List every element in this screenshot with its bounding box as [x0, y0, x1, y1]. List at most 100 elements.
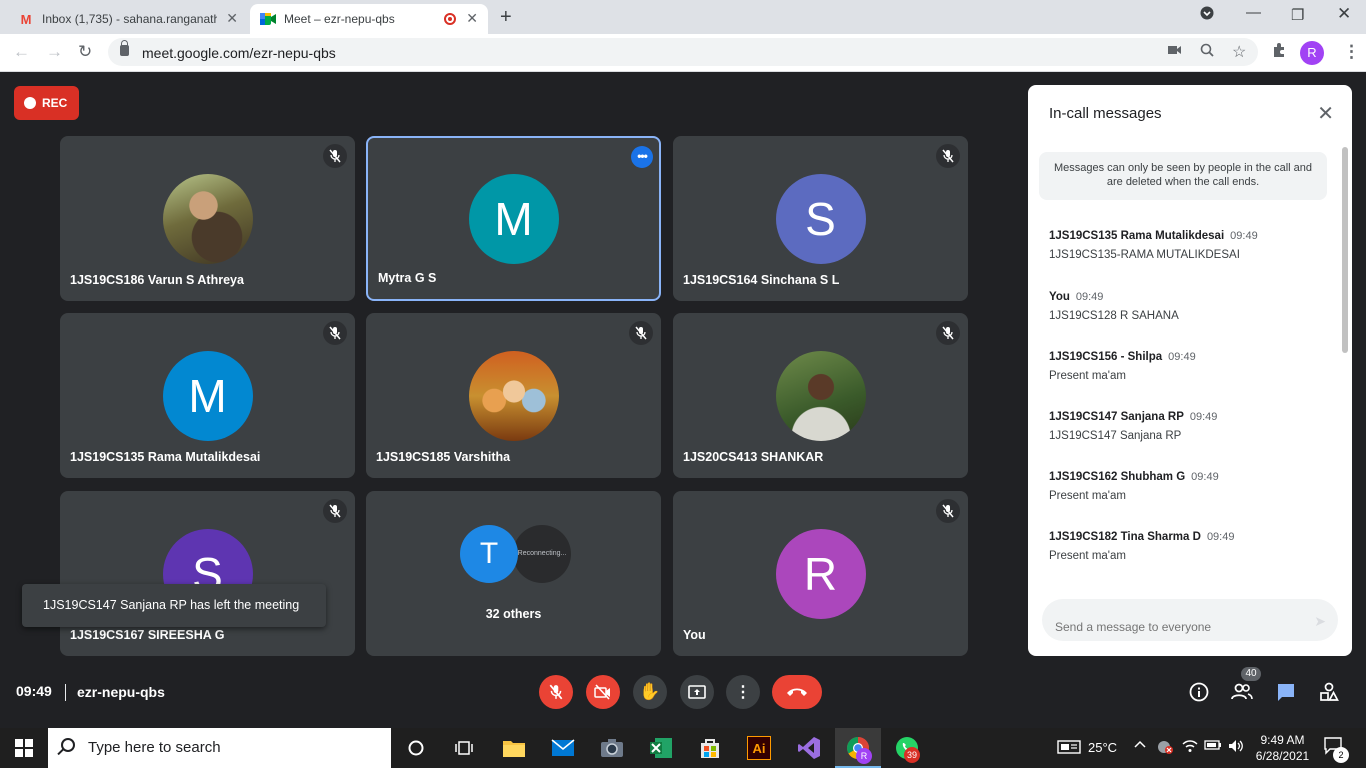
back-arrow-icon[interactable]: ←	[13, 42, 30, 62]
more-vert-icon: ⋮	[735, 684, 751, 701]
forward-arrow-icon[interactable]: →	[46, 42, 63, 62]
send-icon[interactable]: ➤	[1314, 613, 1326, 630]
participant-tile[interactable]: S 1JS19CS164 Sinchana S L	[673, 136, 968, 301]
gmail-icon: M	[20, 11, 32, 27]
more-options-icon[interactable]: •••	[631, 146, 653, 168]
message-text: 1JS19CS135-RAMA MUTALIKDESAI	[1049, 249, 1240, 261]
tab-search-icon[interactable]	[1200, 6, 1214, 24]
cortana-icon[interactable]	[404, 736, 428, 760]
participant-photo	[162, 174, 253, 264]
taskbar-search[interactable]: Type here to search	[48, 728, 391, 768]
close-window-icon[interactable]: ✕	[1337, 4, 1351, 24]
message-time: 09:49	[1168, 351, 1196, 363]
browser-tab-strip: M Inbox (1,735) - sahana.ranganath ✕ Mee…	[0, 0, 1366, 34]
message-text: Present ma'am	[1049, 370, 1126, 382]
participant-tile[interactable]: 1JS19CS186 Varun S Athreya	[60, 136, 355, 301]
message-time: 09:49	[1230, 230, 1258, 242]
volume-icon[interactable]	[1228, 739, 1244, 756]
minimize-icon[interactable]: —	[1246, 4, 1261, 21]
new-tab-button[interactable]: +	[500, 6, 512, 29]
more-options-button[interactable]: ⋮	[726, 675, 760, 709]
recording-badge: REC	[14, 86, 79, 120]
participant-name: Mytra G S	[378, 271, 437, 285]
activities-icon[interactable]	[1316, 681, 1342, 703]
task-view-icon[interactable]	[452, 736, 476, 760]
chat-message: 1JS19CS162 Shubham G 09:49 Present ma'am	[1049, 467, 1329, 502]
participant-tile[interactable]: 1JS20CS413 SHANKAR	[673, 313, 968, 478]
message-time: 09:49	[1206, 531, 1235, 543]
meeting-details-icon[interactable]	[1186, 681, 1212, 703]
close-icon[interactable]: ✕	[1317, 101, 1334, 126]
visual-studio-icon[interactable]	[797, 736, 821, 760]
excel-icon[interactable]	[649, 736, 673, 760]
meeting-clock: 09:49	[16, 683, 52, 699]
chrome-menu-icon[interactable]: ⋮	[1343, 42, 1360, 62]
mic-off-icon	[323, 321, 347, 345]
present-now-button[interactable]	[680, 675, 714, 709]
tab-gmail[interactable]: M Inbox (1,735) - sahana.ranganath ✕	[8, 4, 248, 34]
chevron-up-icon[interactable]	[1134, 739, 1146, 754]
store-icon[interactable]	[698, 736, 722, 760]
lock-icon	[120, 40, 129, 56]
close-tab-icon[interactable]: ✕	[466, 10, 478, 27]
mail-icon[interactable]	[551, 736, 575, 760]
participant-photo	[468, 351, 559, 441]
close-tab-icon[interactable]: ✕	[226, 10, 238, 27]
mic-off-icon	[323, 144, 347, 168]
sync-error-icon[interactable]	[1156, 739, 1174, 758]
illustrator-icon[interactable]: Ai	[747, 736, 771, 760]
chat-message: 1JS19CS135 Rama Mutalikdesai 09:49 1JS19C…	[1049, 226, 1329, 261]
chat-icon[interactable]	[1273, 681, 1299, 703]
profile-avatar[interactable]: R	[1300, 41, 1324, 65]
zoom-icon[interactable]	[1200, 43, 1214, 60]
search-placeholder: Type here to search	[88, 739, 221, 756]
camera-icon[interactable]	[1168, 43, 1182, 60]
address-bar[interactable]: meet.google.com/ezr-nepu-qbs ☆	[108, 38, 1258, 66]
chat-scrollbar[interactable]	[1342, 147, 1348, 353]
chat-message: 1JS19CS182 Tina Sharma D 09:49 Present ma…	[1049, 527, 1329, 562]
participant-avatar: S	[775, 174, 866, 264]
tab-meet[interactable]: Meet – ezr-nepu-qbs ✕	[250, 4, 488, 34]
camera-app-icon[interactable]	[600, 736, 624, 760]
mic-off-icon	[936, 144, 960, 168]
leave-call-button[interactable]	[772, 675, 822, 709]
mic-off-icon	[936, 321, 960, 345]
camera-off-button[interactable]	[586, 675, 620, 709]
bookmark-star-icon[interactable]: ☆	[1232, 42, 1246, 62]
mic-off-button[interactable]	[539, 675, 573, 709]
windows-start-icon[interactable]	[12, 736, 36, 760]
chat-message: 1JS19CS147 Sanjana RP 09:49 1JS19CS147 Sa…	[1049, 407, 1329, 442]
message-text: Present ma'am	[1049, 550, 1126, 562]
file-explorer-icon[interactable]	[502, 736, 526, 760]
raise-hand-button[interactable]: ✋	[633, 675, 667, 709]
weather-icon[interactable]	[1057, 739, 1081, 758]
search-icon	[61, 738, 75, 752]
participant-tile[interactable]: M ••• Mytra G S	[366, 136, 661, 301]
rec-label: REC	[42, 96, 68, 110]
participant-tile[interactable]: M 1JS19CS135 Rama Mutalikdesai	[60, 313, 355, 478]
temperature[interactable]: 25°C	[1088, 740, 1117, 755]
taskbar-clock[interactable]: 9:49 AM 6/28/2021	[1250, 732, 1315, 764]
participant-tile[interactable]: 1JS19CS185 Varshitha	[366, 313, 661, 478]
people-icon[interactable]	[1229, 681, 1255, 703]
message-text: 1JS19CS147 Sanjana RP	[1049, 430, 1182, 442]
chat-notice: Messages can only be seen by people in t…	[1039, 152, 1327, 200]
participant-tile[interactable]: S 1JS19CS167 SIREESHA G	[60, 491, 355, 656]
message-time: 09:49	[1075, 291, 1104, 303]
battery-icon[interactable]	[1204, 739, 1222, 754]
reload-icon[interactable]: ↻	[78, 42, 92, 62]
participant-avatar: M	[162, 351, 253, 441]
chat-title: In-call messages	[1049, 105, 1162, 122]
wifi-icon[interactable]	[1182, 739, 1198, 756]
chat-input[interactable]	[1042, 599, 1338, 641]
restore-icon[interactable]: ❐	[1291, 6, 1304, 24]
self-tile[interactable]: R You	[673, 491, 968, 656]
others-tile[interactable]	[366, 491, 661, 656]
whatsapp-unread-badge: 39	[904, 747, 920, 763]
camera-off-icon	[594, 684, 610, 700]
recording-indicator-icon	[444, 13, 456, 25]
extensions-icon[interactable]	[1271, 42, 1287, 63]
chat-panel: In-call messages ✕ Messages can only be …	[1028, 85, 1352, 656]
participant-avatar: R	[775, 529, 866, 619]
participant-name: 1JS19CS167 SIREESHA G	[70, 628, 225, 642]
